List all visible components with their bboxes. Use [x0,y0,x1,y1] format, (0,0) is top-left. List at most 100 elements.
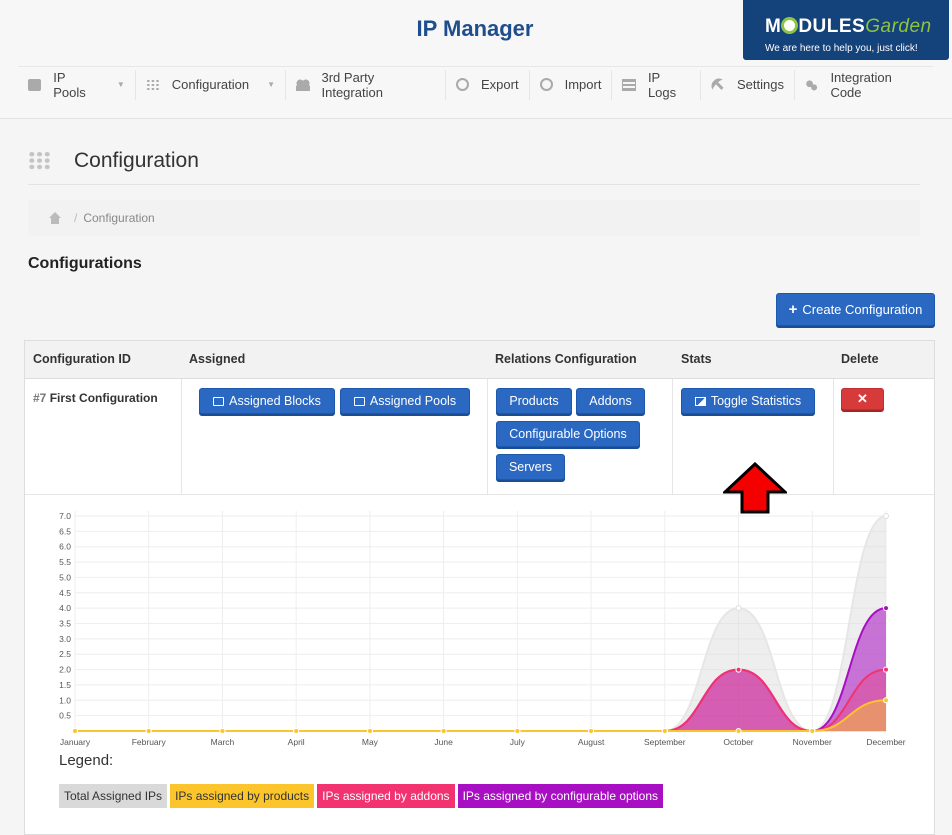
breadcrumb: / Configuration [28,200,920,236]
nav-import[interactable]: Import [530,69,613,100]
nav-integration-code[interactable]: Integration Code [795,70,933,100]
products-button[interactable]: Products [496,388,572,414]
legend-ips-by-products: IPs assigned by products [170,784,315,808]
data-point [735,728,742,734]
home-icon[interactable] [48,212,62,224]
data-point [440,728,447,734]
configuration-name: #7 First Configuration [33,391,158,405]
box-icon [28,78,42,91]
chart-legend: Total Assigned IPs IPs assigned by produ… [59,784,666,808]
grid-icon [28,151,51,170]
x-tick-label: November [793,737,832,747]
configurable-options-button[interactable]: Configurable Options [496,421,640,447]
data-point [588,728,595,734]
header: IP Manager M DULESGarden We are here to h… [0,0,952,119]
data-point [883,697,889,704]
delete-button[interactable]: ✕ [841,388,884,410]
chevron-down-icon: ▼ [116,80,125,89]
x-tick-label: June [434,737,453,747]
nav-3rd-party-integration[interactable]: 3rd Party Integration [286,69,447,100]
plus-icon: + [788,301,798,318]
data-point [514,728,521,734]
y-tick-label: 5.5 [59,557,71,567]
x-tick-label: December [866,737,905,747]
data-point [883,666,889,673]
export-icon [456,78,470,91]
x-tick-label: August [578,737,605,747]
x-tick-label: January [60,737,91,747]
y-tick-label: 1.5 [59,680,71,690]
y-tick-label: 6.0 [59,542,71,552]
column-divider [487,379,488,495]
nav-export[interactable]: Export [446,69,530,100]
x-tick-label: May [362,737,379,747]
nav-ip-logs[interactable]: IP Logs [612,69,701,100]
modulesgarden-logo: M DULESGarden [765,16,932,37]
legend-ips-by-addons: IPs assigned by addons [317,784,455,808]
data-point [219,728,226,734]
external-link-icon [353,396,365,406]
x-tick-label: March [211,737,235,747]
header-configuration-id: Configuration ID [33,352,131,366]
nav-ip-pools[interactable]: IP Pools ▼ [18,69,136,100]
table-row: #7 First Configuration Assigned Blocks A… [25,379,934,514]
y-tick-label: 4.5 [59,588,71,598]
data-point [883,513,889,519]
assigned-pools-button[interactable]: Assigned Pools [340,388,470,414]
data-point [366,728,373,734]
modulesgarden-badge[interactable]: M DULESGarden We are here to help you, ju… [743,0,949,60]
y-tick-label: 2.5 [59,649,71,659]
y-tick-label: 4.0 [59,603,71,613]
y-tick-label: 0.5 [59,711,71,721]
data-point [883,605,889,612]
breadcrumb-current: Configuration [83,211,155,225]
y-tick-label: 6.5 [59,526,71,536]
assigned-blocks-button[interactable]: Assigned Blocks [199,388,335,414]
y-tick-label: 5.0 [59,572,71,582]
y-tick-label: 1.0 [59,695,71,705]
data-point [735,666,742,673]
table-header: Configuration ID Assigned Relations Conf… [25,341,934,379]
x-tick-label: April [288,737,305,747]
addons-button[interactable]: Addons [576,388,645,414]
brand-tagline: We are here to help you, just click! [765,43,918,54]
header-delete: Delete [841,352,879,366]
y-tick-label: 2.0 [59,665,71,675]
legend-total-assigned-ips: Total Assigned IPs [59,784,168,808]
data-point [293,728,300,734]
column-divider [181,379,182,495]
x-tick-label: September [644,737,686,747]
breadcrumb-separator: / [74,211,78,225]
servers-button[interactable]: Servers [496,454,565,480]
column-divider [833,379,834,495]
nav-settings[interactable]: Settings [701,69,795,100]
close-icon: ✕ [857,391,868,406]
section-title: Configurations [28,255,142,272]
legend-title: Legend: [59,752,114,769]
wrench-icon [708,75,728,94]
data-point [735,605,742,612]
x-tick-label: July [510,737,526,747]
y-tick-label: 3.0 [59,634,71,644]
data-point [661,728,668,734]
header-assigned: Assigned [189,352,246,366]
x-tick-label: February [132,737,167,747]
chevron-down-icon: ▼ [267,80,276,89]
external-link-icon [213,396,225,406]
statistics-chart: 0.5 1.0 1.5 2.0 2.5 3.0 3.5 4.0 4.5 5.0 5.5 6.0 6.5 7… [59,511,906,747]
y-tick-label: 7.0 [59,511,71,521]
toggle-statistics-button[interactable]: Toggle Statistics [681,388,815,414]
globe-icon [781,17,799,34]
configurations-table: Configuration ID Assigned Relations Conf… [24,340,935,835]
legend-ips-by-configurable-options: IPs assigned by configurable options [457,784,664,808]
data-point [145,728,152,734]
nav-configuration[interactable]: Configuration ▼ [136,69,287,100]
cogs-icon [804,78,819,91]
header-relations-configuration: Relations Configuration [495,352,637,366]
page-title: Configuration [74,149,199,172]
data-point [72,728,78,734]
grid-icon [145,78,160,91]
header-stats: Stats [681,352,712,366]
import-icon [539,78,553,91]
create-configuration-button[interactable]: + Create Configuration [776,293,935,326]
